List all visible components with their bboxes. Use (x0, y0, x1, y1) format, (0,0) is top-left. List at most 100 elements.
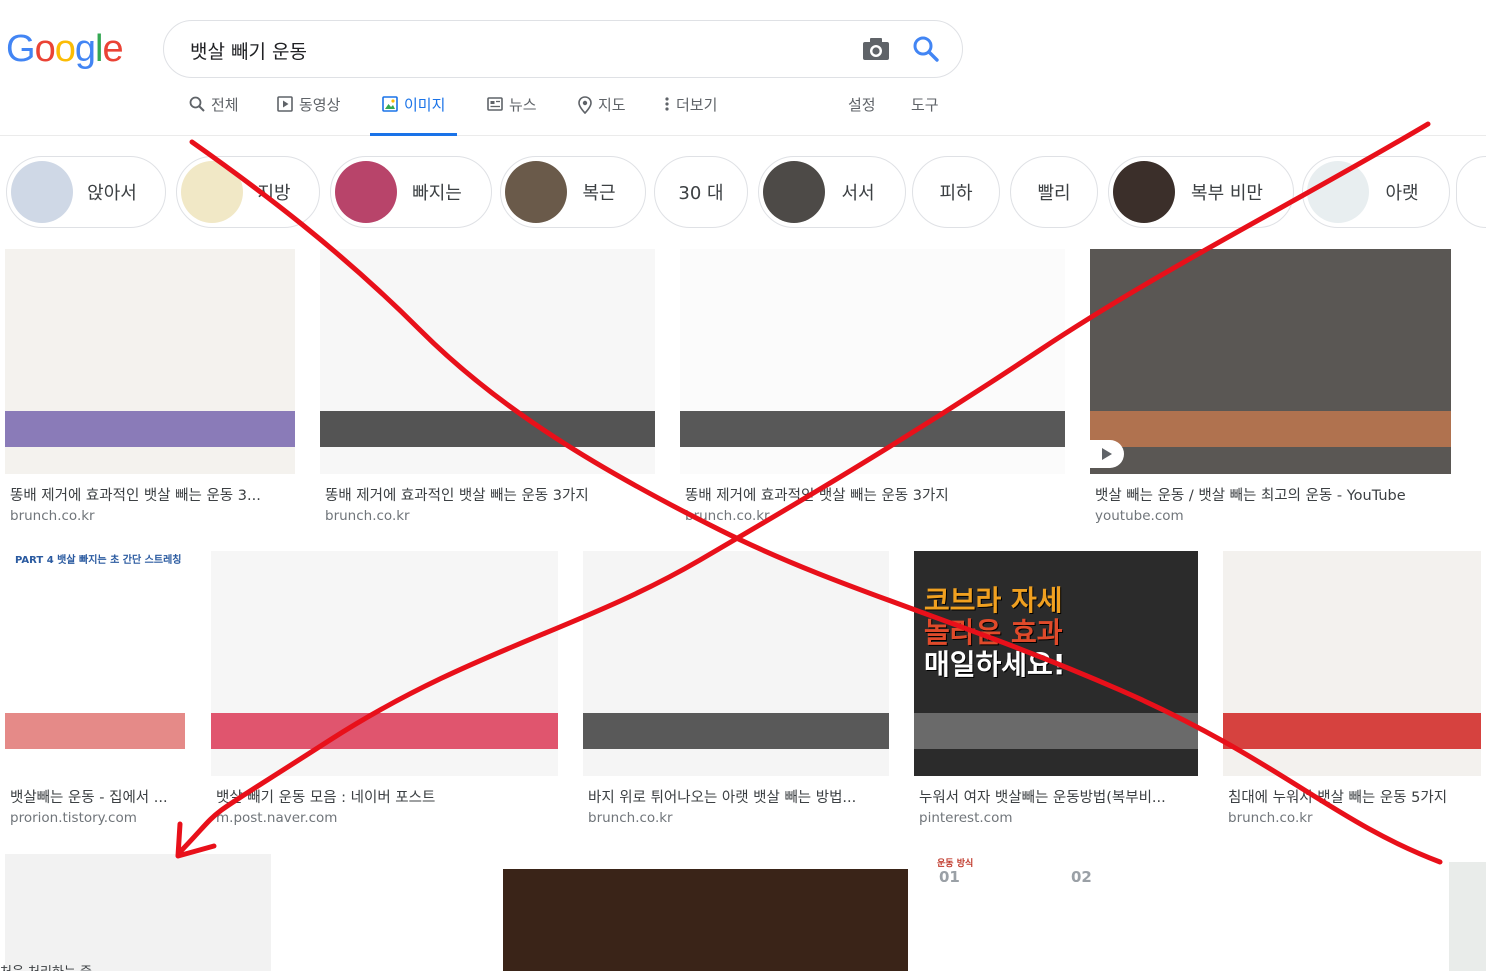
chip-thumbnail (335, 161, 397, 223)
result-thumbnail[interactable] (1223, 551, 1481, 776)
tab-all[interactable]: 전체 (189, 94, 239, 134)
image-icon (382, 96, 398, 112)
result-thumbnail[interactable] (211, 551, 558, 776)
chip-label: 빠지는 (412, 183, 462, 204)
tab-label: 더보기 (676, 96, 718, 114)
chip-label: 아랫 (1385, 183, 1419, 204)
image-result[interactable]: 똥배 제거에 효과적인 뱃살 빼는 운동 3가지 brunch.co.kr (320, 249, 655, 554)
image-result-partial[interactable] (1204, 854, 1424, 971)
exercise-mat (583, 713, 889, 749)
settings-link[interactable]: 설정 (848, 94, 876, 134)
result-title[interactable]: 뱃살빼는 운동 - 집에서 ... (10, 786, 182, 807)
search-icon[interactable] (912, 35, 940, 63)
exercise-mat (5, 713, 185, 749)
result-title[interactable]: 똥배 제거에 효과적인 뱃살 빼는 운동 3... (10, 484, 292, 505)
chip-3[interactable]: 복근 (500, 156, 646, 228)
chip-8[interactable]: 복부 비만 (1108, 156, 1294, 228)
image-result[interactable]: 뱃살 빼기 운동 모음 : 네이버 포스트 m.post.naver.com (211, 551, 558, 856)
tab-news[interactable]: 뉴스 (487, 94, 537, 134)
image-result[interactable]: 바지 위로 튀어나오는 아랫 뱃살 빼는 방법... brunch.co.kr (583, 551, 889, 856)
chip-7[interactable]: 빨리 (1010, 156, 1098, 228)
image-result[interactable]: 침대에 누워서 뱃살 빼는 운동 5가지 brunch.co.kr (1223, 551, 1481, 856)
logo-letter: G (6, 28, 36, 70)
logo-letter: o (54, 28, 76, 70)
result-thumbnail[interactable] (5, 249, 295, 474)
result-thumbnail[interactable] (320, 249, 655, 474)
tab-label: 설정 (848, 96, 876, 114)
google-logo[interactable]: Google (6, 28, 124, 71)
result-title[interactable]: 똥배 제거에 효과적인 뱃살 빼는 운동 3가지 (325, 484, 652, 505)
image-result-partial[interactable] (503, 869, 908, 971)
logo-letter: e (102, 28, 123, 70)
exercise-mat (914, 713, 1198, 749)
result-thumbnail[interactable]: PART 4 뱃살 빠지는 초 간단 스트레칭 (5, 551, 185, 776)
chip-1[interactable]: 지방 (176, 156, 320, 228)
search-icon (189, 96, 205, 112)
result-source[interactable]: pinterest.com (919, 810, 1013, 826)
tab-more[interactable]: 더보기 (664, 94, 717, 134)
image-result-partial[interactable] (1449, 862, 1486, 971)
chip-5[interactable]: 서서 (758, 156, 906, 228)
tools-link[interactable]: 도구 (911, 94, 939, 134)
chip-0[interactable]: 앉아서 (6, 156, 166, 228)
camera-icon[interactable] (862, 37, 890, 61)
result-title[interactable]: 침대에 누워서 뱃살 빼는 운동 5가지 (1228, 786, 1478, 807)
result-source[interactable]: brunch.co.kr (685, 508, 770, 524)
result-source[interactable]: prorion.tistory.com (10, 810, 137, 826)
result-source[interactable]: brunch.co.kr (325, 508, 410, 524)
image-result-partial[interactable]: 운동 방식 01 02 (929, 854, 1179, 971)
chip-2[interactable]: 빠지는 (330, 156, 492, 228)
result-source[interactable]: m.post.naver.com (216, 810, 337, 826)
chip-thumbnail (1113, 161, 1175, 223)
tab-maps[interactable]: 지도 (578, 94, 626, 134)
related-search-chips: 앉아서 지방 빠지는 복근 30 대 서서 피하 빨리 복부 비만 아랫 (6, 156, 1486, 230)
chip-label: 30 대 (678, 183, 724, 204)
image-result[interactable]: 뱃살 빼는 운동 / 뱃살 빼는 최고의 운동 - YouTube youtube… (1090, 249, 1451, 554)
logo-letter: g (74, 28, 96, 70)
image-result[interactable]: 똥배 제거에 효과적인 뱃살 빼는 운동 3... brunch.co.kr (5, 249, 295, 554)
result-title[interactable]: 뱃살 빼기 운동 모음 : 네이버 포스트 (216, 786, 555, 807)
search-box[interactable] (163, 20, 963, 78)
chip-thumbnail (763, 161, 825, 223)
chip-thumbnail (181, 161, 243, 223)
result-source[interactable]: brunch.co.kr (10, 508, 95, 524)
image-result[interactable]: 코브라 자세 놀라운 효과 매일하세요! 누워서 여자 뱃살빼는 운동방법(복부비..… (914, 551, 1198, 856)
status-text: 처음 처리하는 중 (0, 961, 92, 971)
exercise-mat (1223, 713, 1481, 749)
overlay-caption: 매일하세요! (924, 648, 1066, 681)
exercise-mat (680, 411, 1065, 447)
chip-9[interactable]: 아랫 (1302, 156, 1450, 228)
play-icon (1090, 440, 1124, 468)
image-result[interactable]: 똥배 제거에 효과적인 뱃살 빼는 운동 3가지 brunch.co.kr (680, 249, 1065, 554)
result-source[interactable]: brunch.co.kr (1228, 810, 1313, 826)
result-title[interactable]: 똥배 제거에 효과적인 뱃살 빼는 운동 3가지 (685, 484, 1062, 505)
image-result[interactable]: PART 4 뱃살 빠지는 초 간단 스트레칭뱃살빼는 운동 - 집에서 ...… (5, 551, 185, 856)
result-thumbnail[interactable] (583, 551, 889, 776)
chip-6[interactable]: 피하 (912, 156, 1000, 228)
result-source[interactable]: youtube.com (1095, 508, 1184, 524)
chip-4[interactable]: 30 대 (654, 156, 748, 228)
result-source[interactable]: brunch.co.kr (588, 810, 673, 826)
tab-images[interactable]: 이미지 (369, 94, 458, 136)
result-title[interactable]: 누워서 여자 뱃살빼는 운동방법(복부비... (919, 786, 1195, 807)
step-label: 01 (939, 868, 960, 886)
tab-label: 이미지 (404, 96, 446, 114)
result-thumbnail[interactable] (680, 249, 1065, 474)
result-title[interactable]: 뱃살 빼는 운동 / 뱃살 빼는 최고의 운동 - YouTube (1095, 484, 1448, 505)
chip-label: 피하 (939, 183, 973, 204)
search-input[interactable] (190, 35, 830, 65)
step-label: 02 (1071, 868, 1092, 886)
exercise-mat (1090, 411, 1451, 447)
image-result-partial[interactable] (5, 854, 271, 971)
page: Google 전체 동영상 이미지 뉴스 (0, 0, 1486, 971)
tab-videos[interactable]: 동영상 (277, 94, 340, 134)
tab-label: 뉴스 (509, 96, 537, 114)
exercise-mat (5, 411, 295, 447)
result-thumbnail[interactable] (1090, 249, 1451, 474)
image-result-partial[interactable] (296, 854, 478, 971)
tab-label: 도구 (911, 96, 939, 114)
result-title[interactable]: 바지 위로 튀어나오는 아랫 뱃살 빼는 방법... (588, 786, 886, 807)
chip-overflow[interactable] (1456, 156, 1486, 228)
chip-thumbnail (1307, 161, 1369, 223)
result-thumbnail[interactable]: 코브라 자세 놀라운 효과 매일하세요! (914, 551, 1198, 776)
